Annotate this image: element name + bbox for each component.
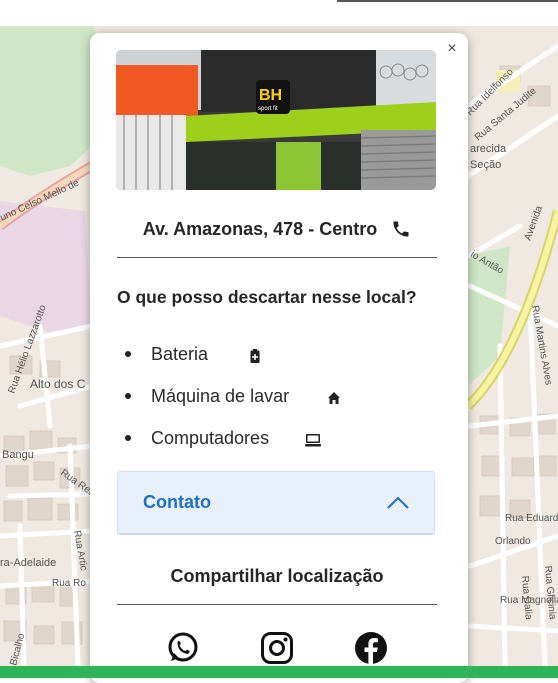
bottom-bar — [0, 666, 558, 678]
facebook-icon[interactable] — [354, 631, 388, 665]
computer-icon — [305, 431, 322, 447]
map-label: Rua Magnolia — [500, 595, 558, 606]
bullet — [125, 435, 131, 441]
item-label: Computadores — [151, 427, 270, 448]
top-rule — [337, 0, 558, 2]
map-label: arecida — [470, 143, 507, 155]
gym-sign-sub: sport fit — [258, 106, 278, 112]
items-list: Bateria Máquina de lavar Computadores — [117, 333, 437, 459]
bullet — [125, 393, 131, 399]
contact-label: Contato — [143, 492, 211, 512]
question-heading: O que posso descartar nesse local? — [117, 287, 417, 307]
bullet — [125, 351, 131, 357]
map-label: Rua Eduard — [505, 513, 558, 524]
house-icon — [327, 389, 341, 404]
address-divider — [117, 257, 437, 258]
contact-accordion[interactable]: Contato — [117, 471, 435, 535]
phone-icon[interactable] — [391, 219, 411, 239]
whatsapp-icon[interactable] — [166, 631, 200, 665]
map-label: Rua Ro — [52, 578, 86, 589]
location-photo: BH sport fit — [116, 50, 436, 190]
social-links — [117, 631, 437, 665]
address-text: Av. Amazonas, 478 - Centro — [142, 218, 378, 239]
address-row: Av. Amazonas, 478 - Centro — [117, 216, 437, 242]
location-popup: × BH sport fit Av. Amazonas, 478 - Centr… — [90, 33, 468, 683]
item-label: Máquina de lavar — [151, 385, 290, 406]
top-bar — [0, 0, 558, 26]
map-label: Orlando — [495, 536, 531, 547]
map-label: Alto dos C — [30, 377, 86, 391]
close-icon[interactable]: × — [444, 41, 460, 57]
list-item: Máquina de lavar — [117, 375, 437, 417]
gym-sign: BH — [259, 87, 282, 104]
map-label: ra-Adelaide — [0, 557, 56, 569]
list-item: Computadores — [117, 417, 437, 459]
map-label: Bangu — [2, 449, 34, 461]
share-divider — [117, 604, 437, 605]
battery-icon — [248, 347, 262, 363]
list-item: Bateria — [117, 333, 437, 375]
instagram-icon[interactable] — [260, 631, 294, 665]
chevron-up-icon[interactable] — [387, 496, 409, 510]
share-title: Compartilhar localização — [170, 566, 384, 586]
item-label: Bateria — [151, 343, 209, 364]
map-label: Seção — [470, 159, 501, 171]
